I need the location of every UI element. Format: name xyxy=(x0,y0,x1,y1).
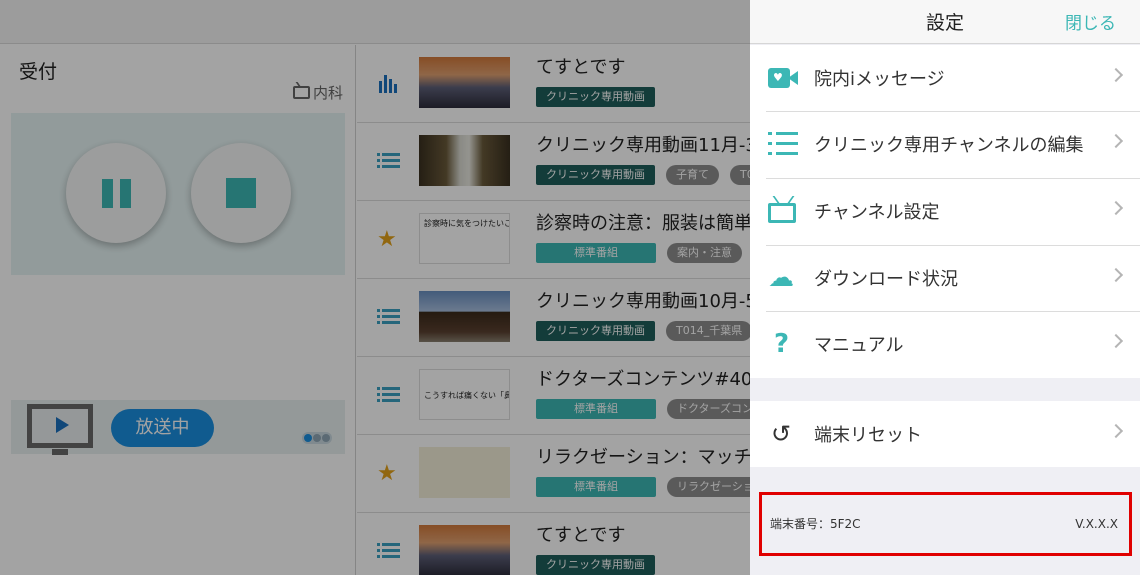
menu-item-label: マニュアル xyxy=(814,335,904,356)
menu-item-manual[interactable]: ? マニュアル xyxy=(750,311,1140,377)
device-number: 端末番号：5F2C xyxy=(770,517,861,531)
settings-panel: 設定 閉じる ♥ 院内iメッセージ クリニック専用チャンネルの編集 チャンネル設… xyxy=(750,0,1140,575)
menu-item-label: 端末リセット xyxy=(814,425,922,446)
menu-item-download-status[interactable]: ☁ ダウンロード状況 xyxy=(750,245,1140,311)
menu-item-channel-settings[interactable]: チャンネル設定 xyxy=(750,178,1140,244)
chevron-right-icon xyxy=(1108,200,1124,216)
settings-menu: ♥ 院内iメッセージ クリニック専用チャンネルの編集 チャンネル設定 ☁ ダウン… xyxy=(750,45,1140,378)
menu-item-label: クリニック専用チャンネルの編集 xyxy=(814,135,1084,156)
settings-header: 設定 閉じる xyxy=(750,0,1140,44)
list-icon xyxy=(768,130,800,158)
chevron-right-icon xyxy=(1108,267,1124,283)
menu-item-label: 院内iメッセージ xyxy=(814,69,945,90)
app-version: V.X.X.X xyxy=(1075,517,1118,531)
cloud-download-icon: ☁ xyxy=(768,263,794,293)
chevron-right-icon xyxy=(1108,423,1124,439)
chevron-right-icon xyxy=(1108,67,1124,83)
menu-item-message[interactable]: ♥ 院内iメッセージ xyxy=(750,45,1140,111)
menu-item-label: チャンネル設定 xyxy=(814,202,940,223)
message-video-icon: ♥ xyxy=(768,68,798,88)
menu-item-label: ダウンロード状況 xyxy=(814,269,958,290)
settings-reset-group: ↺ 端末リセット xyxy=(750,401,1140,467)
menu-item-channel-edit[interactable]: クリニック専用チャンネルの編集 xyxy=(750,111,1140,177)
close-button[interactable]: 閉じる xyxy=(1065,9,1116,34)
tv-icon xyxy=(768,203,796,223)
question-icon: ? xyxy=(774,329,790,359)
menu-item-reset[interactable]: ↺ 端末リセット xyxy=(750,401,1140,467)
modal-scrim[interactable] xyxy=(0,0,750,575)
reset-icon: ↺ xyxy=(771,420,792,448)
device-info-footer: 端末番号：5F2C V.X.X.X xyxy=(759,492,1132,556)
chevron-right-icon xyxy=(1108,133,1124,149)
chevron-right-icon xyxy=(1108,333,1124,349)
